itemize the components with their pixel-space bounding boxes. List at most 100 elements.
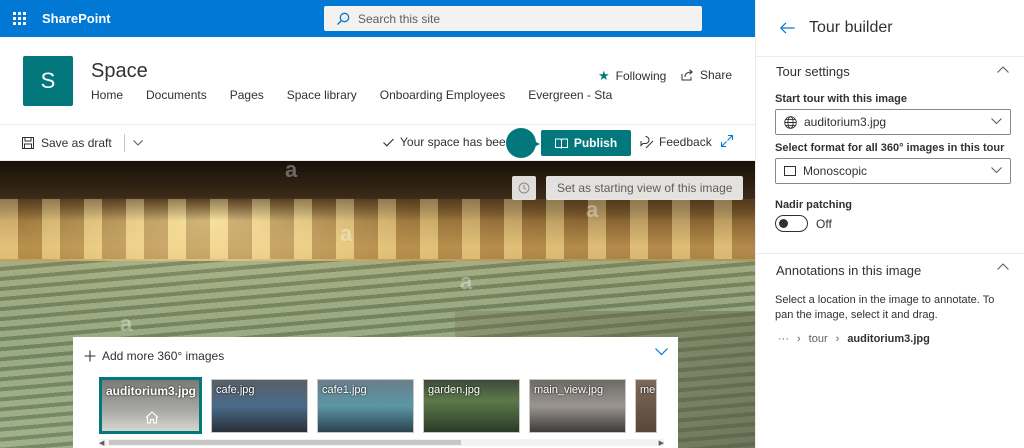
start-image-label: Start tour with this image [775, 93, 908, 105]
add-more-images-button[interactable]: Add more 360° images [84, 349, 224, 363]
scroll-left-icon[interactable]: ◀ [99, 439, 104, 447]
starting-view-control: Set as starting view of this image [512, 176, 744, 200]
watermark: a [340, 221, 353, 246]
publish-label: Publish [573, 136, 618, 150]
breadcrumb-chevron-icon: › [835, 333, 840, 345]
annotations-header[interactable]: Annotations in this image [756, 253, 1024, 287]
share-button[interactable]: Share [681, 68, 732, 82]
site-nav: Home Documents Pages Space library Onboa… [91, 88, 635, 102]
square-icon [784, 166, 796, 176]
thumbnail-partial[interactable]: me [635, 379, 657, 433]
breadcrumb-chevron-icon: › [797, 333, 801, 345]
suite-bar: SharePoint Search this site [0, 0, 755, 37]
breadcrumb-parent[interactable]: tour [809, 333, 828, 345]
tour-builder-pane: Tour builder Tour settings Start tour wi… [755, 0, 1024, 448]
nadir-patching-label: Nadir patching [775, 199, 853, 211]
brand-name[interactable]: SharePoint [42, 11, 111, 26]
feedback-icon [640, 136, 654, 149]
image-strip: Add more 360° images auditorium3.jpg caf… [73, 337, 678, 448]
thumbnail-main-view[interactable]: main_view.jpg [529, 379, 626, 433]
checkmark-icon [383, 138, 394, 147]
chevron-up-icon [997, 263, 1009, 270]
publish-button[interactable]: Publish [541, 130, 631, 156]
share-label: Share [700, 68, 733, 82]
chevron-down-icon[interactable] [132, 139, 143, 146]
app-launcher-button[interactable] [4, 0, 34, 37]
save-icon [22, 136, 34, 149]
clock-icon [518, 182, 530, 194]
collapse-strip-button[interactable] [655, 345, 668, 359]
toggle-knob [779, 219, 788, 228]
chevron-down-icon [991, 118, 1002, 125]
waffle-icon [12, 12, 26, 25]
tour-settings-header[interactable]: Tour settings [756, 56, 1024, 86]
scrollbar-thumb[interactable] [109, 440, 461, 445]
home-icon [145, 411, 159, 424]
share-icon [681, 69, 693, 81]
following-button[interactable]: ★ Following [598, 68, 666, 84]
save-status: Your space has been [383, 135, 512, 149]
annotation-instructions: Select a location in the image to annota… [775, 294, 995, 321]
book-icon [554, 138, 568, 149]
watermark: a [120, 311, 133, 336]
watermark: a [285, 161, 298, 182]
thumbnail-name: cafe.jpg [216, 384, 255, 396]
format-dropdown[interactable]: Monoscopic [775, 158, 1011, 184]
search-icon [337, 12, 350, 25]
thumbnail-name: main_view.jpg [534, 384, 604, 396]
save-status-text: Your space has been [400, 135, 513, 149]
command-divider [123, 133, 125, 152]
toggle-track [775, 215, 808, 232]
start-image-value: auditorium3.jpg [804, 115, 887, 129]
expand-button[interactable] [720, 134, 734, 150]
breadcrumb-current: auditorium3.jpg [847, 333, 930, 345]
add-more-label: Add more 360° images [102, 349, 225, 363]
search-placeholder: Search this site [358, 11, 441, 26]
scroll-right-icon[interactable]: ▶ [659, 439, 664, 447]
save-as-draft-button[interactable]: Save as draft [22, 136, 112, 150]
watermark: a [460, 269, 473, 294]
add-icon [84, 350, 96, 362]
following-label: Following [615, 69, 667, 83]
search-box[interactable]: Search this site [324, 6, 702, 31]
thumbnail-cafe[interactable]: cafe.jpg [211, 379, 308, 433]
start-image-dropdown[interactable]: auditorium3.jpg [775, 109, 1011, 135]
nadir-patching-state: Off [816, 216, 832, 231]
thumbnail-name: cafe1.jpg [322, 384, 367, 396]
nav-item-documents[interactable]: Documents [146, 88, 207, 102]
set-starting-view-button[interactable]: Set as starting view of this image [546, 176, 744, 200]
thumbnail-name: auditorium3.jpg [106, 384, 196, 398]
site-logo[interactable]: S [23, 56, 73, 106]
nadir-patching-toggle[interactable]: Off [775, 215, 832, 232]
globe-icon [784, 115, 797, 129]
thumbnail-scrollbar[interactable]: ◀ ▶ [99, 439, 664, 447]
nav-item-space-library[interactable]: Space library [287, 88, 357, 102]
thumbnail-name: me [640, 384, 656, 396]
nav-item-onboarding-employees[interactable]: Onboarding Employees [380, 88, 505, 102]
expand-icon [720, 134, 734, 148]
format-label: Select format for all 360° images in thi… [775, 142, 1005, 154]
pane-title: Tour builder [809, 19, 893, 36]
save-as-draft-label: Save as draft [41, 135, 112, 150]
nav-item-pages[interactable]: Pages [230, 88, 264, 102]
wall-lights [0, 199, 755, 259]
site-title[interactable]: Space [91, 60, 148, 83]
starting-view-button[interactable] [512, 176, 536, 200]
breadcrumb-ellipsis[interactable]: ··· [778, 333, 789, 345]
pane-header: Tour builder [756, 0, 1024, 56]
watermark: a [586, 197, 599, 222]
tour-settings-heading: Tour settings [776, 64, 850, 79]
chevron-down-icon [991, 167, 1002, 174]
site-header: S Space Home Documents Pages Space libra… [0, 37, 755, 125]
feedback-button[interactable]: Feedback [640, 135, 712, 149]
thumbnail-auditorium3[interactable]: auditorium3.jpg [99, 377, 202, 434]
format-value: Monoscopic [803, 164, 868, 178]
thumbnail-garden[interactable]: garden.jpg [423, 379, 520, 433]
nav-item-home[interactable]: Home [91, 88, 123, 102]
thumbnail-cafe1[interactable]: cafe1.jpg [317, 379, 414, 433]
back-arrow-icon[interactable] [780, 22, 795, 34]
star-icon: ★ [598, 68, 610, 83]
feedback-label: Feedback [659, 135, 712, 149]
annotation-breadcrumb: ··· › tour › auditorium3.jpg [778, 333, 930, 345]
nav-item-evergreen[interactable]: Evergreen - Sta [528, 88, 612, 102]
